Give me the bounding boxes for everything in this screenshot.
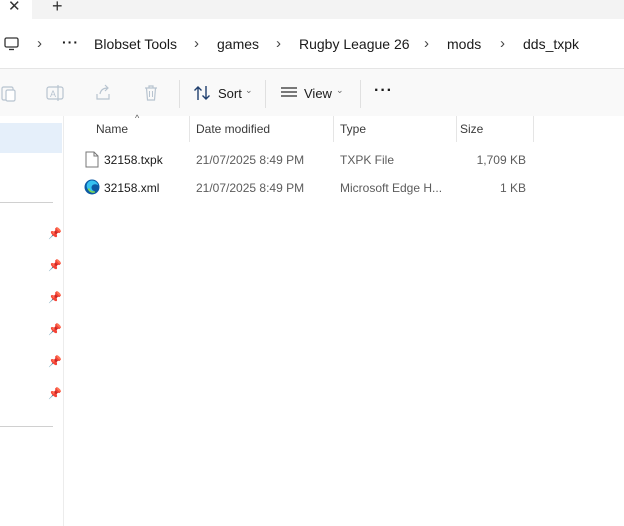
column-divider[interactable] [533, 116, 534, 142]
toolbar-divider [360, 80, 361, 108]
file-date: 21/07/2025 8:49 PM [196, 181, 305, 195]
column-header-size[interactable]: Size [460, 122, 483, 136]
sidebar-divider [0, 426, 53, 427]
pin-icon: 📌 [48, 292, 62, 304]
edge-icon [84, 179, 100, 195]
view-icon[interactable] [280, 84, 298, 102]
file-date: 21/07/2025 8:49 PM [196, 153, 305, 167]
sort-icon[interactable] [193, 84, 211, 102]
chevron-down-icon[interactable]: ⌄ [245, 83, 253, 98]
breadcrumb-separator[interactable]: › [424, 35, 429, 52]
sort-ascending-icon: ^ [135, 113, 140, 123]
close-tab-icon[interactable]: ✕ [8, 0, 21, 17]
pin-icon: 📌 [48, 388, 62, 400]
column-divider[interactable] [189, 116, 190, 142]
sidebar-divider [0, 202, 53, 203]
file-name[interactable]: 32158.txpk [104, 153, 163, 167]
breadcrumb-separator[interactable]: › [500, 35, 505, 52]
paste-icon[interactable] [0, 84, 18, 102]
column-divider[interactable] [456, 116, 457, 142]
pin-icon: 📌 [48, 324, 62, 336]
toolbar-divider [265, 80, 266, 108]
this-pc-icon[interactable] [4, 36, 19, 51]
sidebar-item-selected[interactable] [0, 123, 62, 153]
breadcrumb-separator[interactable]: › [37, 35, 42, 52]
svg-text:A: A [50, 89, 56, 99]
file-type: Microsoft Edge H... [340, 181, 443, 195]
breadcrumb-mods[interactable]: mods [447, 36, 481, 53]
title-bar [0, 0, 624, 19]
file-type: TXPK File [340, 153, 395, 167]
breadcrumb-blobset-tools[interactable]: Blobset Tools [94, 36, 177, 53]
breadcrumb-games[interactable]: games [217, 36, 259, 53]
share-icon[interactable] [94, 84, 112, 102]
file-size: 1 KB [499, 181, 526, 195]
pin-icon: 📌 [48, 356, 62, 368]
toolbar-divider [179, 80, 180, 108]
navigation-pane [0, 116, 64, 526]
new-tab-button[interactable]: + [52, 0, 63, 16]
column-header-date-modified[interactable]: Date modified [196, 122, 270, 136]
rename-icon[interactable]: A [46, 84, 64, 102]
chevron-down-icon[interactable]: ⌄ [336, 83, 344, 98]
breadcrumb-rugby-league-26[interactable]: Rugby League 26 [299, 36, 410, 53]
more-options-button[interactable]: ··· [374, 83, 393, 99]
sort-button[interactable]: Sort [218, 86, 242, 101]
file-size: 1,709 KB [476, 153, 526, 167]
breadcrumb-dds-txpk[interactable]: dds_txpk [523, 36, 579, 53]
pin-icon: 📌 [48, 260, 62, 272]
pin-icon: 📌 [48, 228, 62, 240]
breadcrumb-separator[interactable]: › [276, 35, 281, 52]
generic-file-icon [85, 151, 99, 168]
delete-icon[interactable] [142, 84, 160, 102]
column-divider[interactable] [333, 116, 334, 142]
breadcrumb-separator[interactable]: › [194, 35, 199, 52]
column-header-type[interactable]: Type [340, 122, 366, 136]
column-header-name[interactable]: Name [96, 122, 128, 136]
file-name[interactable]: 32158.xml [104, 181, 159, 195]
breadcrumb-more-button[interactable]: ··· [62, 34, 79, 51]
view-button[interactable]: View [304, 86, 332, 101]
